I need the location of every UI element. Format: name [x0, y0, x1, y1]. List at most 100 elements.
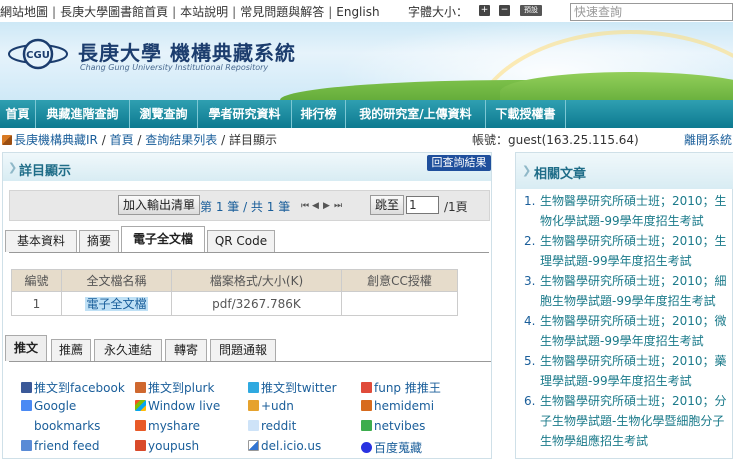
fulltext-table: 編號 全文檔名稱 檔案格式/大小(K) 創意CC授權 1 電子全文檔 pdf/3… [11, 269, 458, 316]
tab-report[interactable]: 問題通報 [210, 339, 276, 361]
link-about[interactable]: 本站說明 [180, 5, 228, 19]
baidu-icon [361, 442, 372, 453]
share-funp[interactable]: funp 推推王 [361, 379, 441, 396]
last-page-icon[interactable]: ⏭ [334, 201, 343, 211]
tab-permalink[interactable]: 永久連結 [94, 339, 162, 361]
pager-bar: 加入輸出清單 第 1 筆 / 共 1 筆 ⏮ ◀ ▶ ⏭ 跳至 1 /1頁 [9, 190, 490, 221]
share-window-live[interactable]: Window live [135, 399, 220, 413]
tab-forward[interactable]: 轉寄 [165, 339, 207, 361]
link-english[interactable]: English [336, 5, 379, 19]
youpush-icon [135, 440, 146, 451]
related-item[interactable]: 5. 生物醫學研究所碩士班；2010；藥理學試題-99學年度招生考試 [522, 351, 733, 391]
add-export-list-button[interactable]: 加入輸出清單 [118, 195, 201, 215]
prev-page-icon[interactable]: ◀ [312, 201, 321, 211]
nav-home[interactable]: 首頁 [0, 100, 36, 128]
link-faq[interactable]: 常見問題與解答 [240, 5, 324, 19]
tab-qr-code[interactable]: QR Code [207, 230, 275, 252]
next-page-icon[interactable]: ▶ [323, 201, 332, 211]
jump-page-input[interactable]: 1 [406, 196, 439, 214]
row-format: pdf/3267.786K [171, 291, 342, 316]
google-icon [21, 400, 32, 411]
col-cc-license: 創意CC授權 [341, 269, 458, 292]
row-no: 1 [11, 291, 62, 316]
university-logo-icon[interactable]: CGU [7, 34, 69, 74]
share-youpush[interactable]: youpush [135, 439, 199, 453]
logout-link[interactable]: 離開系統 [684, 131, 732, 148]
link-library-home[interactable]: 長庚大學圖書館首頁 [60, 5, 168, 19]
delicious-icon [248, 440, 259, 451]
related-item[interactable]: 3. 生物醫學研究所碩士班；2010；細胞生物學試題-99學年度招生考試 [522, 271, 733, 311]
hemidemi-icon [361, 400, 372, 411]
udn-icon [248, 400, 259, 411]
share-reddit[interactable]: reddit [248, 419, 296, 433]
related-item[interactable]: 1. 生物醫學研究所碩士班；2010；生物化學試題-99學年度招生考試 [522, 191, 733, 231]
share-myshare[interactable]: myshare [135, 419, 200, 433]
site-title: 長庚大學 機構典藏系統 [78, 41, 296, 65]
tab-recommend[interactable]: 推薦 [51, 339, 91, 361]
myshare-icon [135, 420, 146, 431]
nav-researchers[interactable]: 學者研究資料 [198, 100, 292, 128]
nav-browse[interactable]: 瀏覽查詢 [130, 100, 198, 128]
share-baidu[interactable]: 百度蒐藏 [361, 439, 422, 456]
funp-icon [361, 382, 372, 393]
tab-basic-info[interactable]: 基本資料 [5, 230, 77, 252]
share-links: 推文到facebook 推文到plurk 推文到twitter funp 推推王… [11, 377, 481, 457]
site-banner: CGU 長庚大學 機構典藏系統 Chang Gung University In… [0, 22, 733, 100]
fulltext-file-link[interactable]: 電子全文檔 [85, 297, 148, 311]
share-udn[interactable]: +udn [248, 399, 294, 413]
detail-panel-header: ❯ 詳目顯示 回查詢結果 [3, 153, 491, 181]
quick-search-input[interactable]: 快速查詢 [570, 3, 733, 21]
account-info: 帳號：guest(163.25.115.64) [472, 133, 639, 147]
page-total: /1頁 [444, 200, 468, 214]
nav-my-research[interactable]: 我的研究室/上傳資料 [346, 100, 486, 128]
row-cc [341, 291, 458, 316]
jump-button[interactable]: 跳至 [370, 195, 405, 215]
home-icon [2, 135, 12, 145]
detail-panel: ❯ 詳目顯示 回查詢結果 加入輸出清單 第 1 筆 / 共 1 筆 ⏮ ◀ ▶ … [2, 152, 492, 459]
twitter-icon [248, 382, 259, 393]
related-item[interactable]: 4. 生物醫學研究所碩士班；2010；微生物學試題-99學年度招生考試 [522, 311, 733, 351]
col-format-size: 檔案格式/大小(K) [171, 269, 342, 292]
share-plurk[interactable]: 推文到plurk [135, 379, 214, 396]
tab-fulltext[interactable]: 電子全文檔 [121, 226, 205, 252]
share-google-bookmarks[interactable]: Google bookmarks [21, 399, 124, 436]
crumb-ir[interactable]: 長庚機構典藏IR [14, 133, 98, 147]
nav-ranking[interactable]: 排行榜 [292, 100, 346, 128]
share-hemidemi[interactable]: hemidemi [361, 399, 434, 413]
tab-abstract[interactable]: 摘要 [79, 230, 119, 252]
share-delicious[interactable]: del.icio.us [248, 439, 321, 453]
friendfeed-icon [21, 440, 32, 451]
logo-text: CGU [26, 50, 50, 61]
related-title: 相關文章 [534, 167, 587, 182]
back-to-results-button[interactable]: 回查詢結果 [427, 155, 491, 171]
crumb-current: 詳目顯示 [228, 133, 277, 147]
font-reset-button[interactable]: 預設 [520, 5, 542, 16]
chevron-right-icon: ❯ [522, 164, 532, 177]
share-twitter[interactable]: 推文到twitter [248, 379, 337, 396]
detail-title: 詳目顯示 [19, 164, 72, 179]
nav-advanced-search[interactable]: 典藏進階查詢 [36, 100, 130, 128]
share-facebook[interactable]: 推文到facebook [21, 379, 125, 396]
crumb-results[interactable]: 查詢結果列表 [145, 133, 217, 147]
related-item[interactable]: 6. 生物醫學研究所碩士班；2010；分子生物學試題-生物化學暨細胞分子生物學組應… [522, 391, 733, 451]
related-panel: ❯ 相關文章 1. 生物醫學研究所碩士班；2010；生物化學試題-99學年度招生考… [515, 152, 733, 459]
share-friendfeed[interactable]: friend feed [21, 439, 100, 453]
link-sitemap[interactable]: 網站地圖 [0, 5, 48, 19]
share-netvibes[interactable]: netvibes [361, 419, 425, 433]
col-filename: 全文檔名稱 [61, 269, 172, 292]
related-item[interactable]: 2. 生物醫學研究所碩士班；2010；生理學試題-99學年度招生考試 [522, 231, 733, 271]
chevron-right-icon: ❯ [8, 161, 18, 174]
related-panel-header: ❯ 相關文章 [516, 153, 733, 189]
site-subtitle: Chang Gung University Institutional Repo… [80, 63, 269, 72]
facebook-icon [21, 382, 32, 393]
font-increase-button[interactable]: + [479, 5, 490, 16]
table-row: 1 電子全文檔 pdf/3267.786K [11, 291, 458, 316]
col-no: 編號 [11, 269, 62, 292]
reddit-icon [248, 420, 259, 431]
crumb-home[interactable]: 首頁 [110, 133, 134, 147]
first-page-icon[interactable]: ⏮ [301, 201, 310, 211]
tab-share[interactable]: 推文 [5, 335, 47, 361]
related-list: 1. 生物醫學研究所碩士班；2010；生物化學試題-99學年度招生考試 2. 生物醫… [522, 191, 733, 451]
font-decrease-button[interactable]: − [499, 5, 510, 16]
nav-download-license[interactable]: 下載授權書 [486, 100, 566, 128]
